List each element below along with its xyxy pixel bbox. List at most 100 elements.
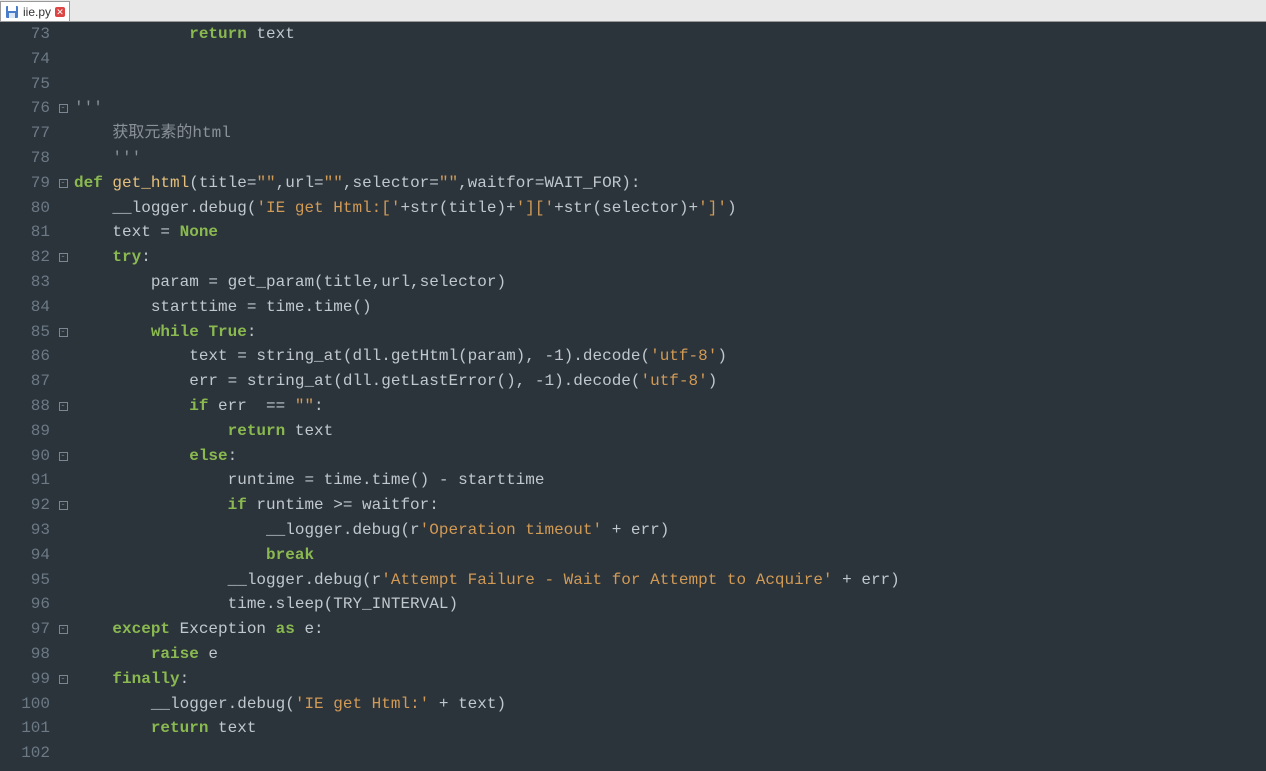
fold-cell <box>56 543 70 568</box>
code-line[interactable]: break <box>74 543 1266 568</box>
code-editor[interactable]: 7374757677787980818283848586878889909192… <box>0 22 1266 771</box>
fold-cell <box>56 419 70 444</box>
code-line[interactable]: def get_html(title="",url="",selector=""… <box>74 171 1266 196</box>
fold-cell: - <box>56 96 70 121</box>
line-number: 80 <box>0 196 50 221</box>
code-line[interactable]: __logger.debug('IE get Html:' + text) <box>74 692 1266 717</box>
tab-filename: iie.py <box>23 5 51 19</box>
fold-cell <box>56 568 70 593</box>
fold-cell: - <box>56 171 70 196</box>
code-line[interactable] <box>74 47 1266 72</box>
fold-cell: - <box>56 617 70 642</box>
line-number: 91 <box>0 468 50 493</box>
code-area[interactable]: return text''' 获取元素的html '''def get_html… <box>70 22 1266 771</box>
file-tab[interactable]: iie.py ✕ <box>0 1 70 21</box>
fold-toggle-icon[interactable]: - <box>59 452 68 461</box>
fold-cell <box>56 295 70 320</box>
code-line[interactable]: __logger.debug(r'Operation timeout' + er… <box>74 518 1266 543</box>
line-number: 87 <box>0 369 50 394</box>
code-line[interactable]: except Exception as e: <box>74 617 1266 642</box>
fold-cell: - <box>56 667 70 692</box>
code-line[interactable]: return text <box>74 22 1266 47</box>
fold-toggle-icon[interactable]: - <box>59 501 68 510</box>
fold-cell <box>56 741 70 766</box>
code-line[interactable]: time.sleep(TRY_INTERVAL) <box>74 592 1266 617</box>
fold-toggle-icon[interactable]: - <box>59 402 68 411</box>
code-line[interactable]: 获取元素的html <box>74 121 1266 146</box>
fold-cell <box>56 716 70 741</box>
line-number: 83 <box>0 270 50 295</box>
code-line[interactable]: __logger.debug('IE get Html:['+str(title… <box>74 196 1266 221</box>
fold-column: - - - - - - - - - <box>56 22 70 771</box>
line-number: 92 <box>0 493 50 518</box>
code-line[interactable]: text = string_at(dll.getHtml(param), -1)… <box>74 344 1266 369</box>
fold-cell <box>56 72 70 97</box>
line-number: 85 <box>0 320 50 345</box>
line-number: 102 <box>0 741 50 766</box>
line-number: 98 <box>0 642 50 667</box>
fold-toggle-icon[interactable]: - <box>59 625 68 634</box>
line-number: 84 <box>0 295 50 320</box>
code-line[interactable]: return text <box>74 716 1266 741</box>
code-line[interactable]: text = None <box>74 220 1266 245</box>
fold-cell <box>56 121 70 146</box>
fold-cell: - <box>56 444 70 469</box>
line-number: 100 <box>0 692 50 717</box>
fold-toggle-icon[interactable]: - <box>59 253 68 262</box>
fold-cell: - <box>56 245 70 270</box>
code-line[interactable] <box>74 72 1266 97</box>
code-line[interactable]: raise e <box>74 642 1266 667</box>
line-number: 82 <box>0 245 50 270</box>
code-line[interactable]: if err == "": <box>74 394 1266 419</box>
line-number: 96 <box>0 592 50 617</box>
code-line[interactable]: starttime = time.time() <box>74 295 1266 320</box>
line-number: 79 <box>0 171 50 196</box>
line-number: 93 <box>0 518 50 543</box>
code-line[interactable]: ''' <box>74 96 1266 121</box>
code-line[interactable]: param = get_param(title,url,selector) <box>74 270 1266 295</box>
line-number: 101 <box>0 716 50 741</box>
fold-cell <box>56 220 70 245</box>
code-line[interactable]: while True: <box>74 320 1266 345</box>
fold-cell <box>56 468 70 493</box>
tab-bar: iie.py ✕ <box>0 0 1266 22</box>
line-number: 73 <box>0 22 50 47</box>
fold-toggle-icon[interactable]: - <box>59 675 68 684</box>
close-icon[interactable]: ✕ <box>55 7 65 17</box>
fold-toggle-icon[interactable]: - <box>59 179 68 188</box>
line-number: 88 <box>0 394 50 419</box>
fold-cell <box>56 344 70 369</box>
fold-cell <box>56 196 70 221</box>
fold-toggle-icon[interactable]: - <box>59 328 68 337</box>
line-number: 74 <box>0 47 50 72</box>
line-number: 99 <box>0 667 50 692</box>
save-icon <box>5 5 19 19</box>
fold-cell <box>56 692 70 717</box>
line-number: 81 <box>0 220 50 245</box>
line-number: 90 <box>0 444 50 469</box>
code-line[interactable]: ''' <box>74 146 1266 171</box>
line-number: 77 <box>0 121 50 146</box>
code-line[interactable]: return text <box>74 419 1266 444</box>
fold-cell <box>56 592 70 617</box>
fold-cell: - <box>56 493 70 518</box>
code-line[interactable]: err = string_at(dll.getLastError(), -1).… <box>74 369 1266 394</box>
fold-cell <box>56 642 70 667</box>
line-number: 75 <box>0 72 50 97</box>
code-line[interactable]: else: <box>74 444 1266 469</box>
fold-toggle-icon[interactable]: - <box>59 104 68 113</box>
line-number: 95 <box>0 568 50 593</box>
code-line[interactable]: __logger.debug(r'Attempt Failure - Wait … <box>74 568 1266 593</box>
line-number: 97 <box>0 617 50 642</box>
fold-cell <box>56 369 70 394</box>
code-line[interactable]: runtime = time.time() - starttime <box>74 468 1266 493</box>
fold-cell <box>56 518 70 543</box>
code-line[interactable]: try: <box>74 245 1266 270</box>
code-line[interactable]: finally: <box>74 667 1266 692</box>
code-line[interactable] <box>74 741 1266 766</box>
fold-cell: - <box>56 320 70 345</box>
fold-cell <box>56 146 70 171</box>
code-line[interactable]: if runtime >= waitfor: <box>74 493 1266 518</box>
fold-cell <box>56 270 70 295</box>
fold-cell <box>56 22 70 47</box>
